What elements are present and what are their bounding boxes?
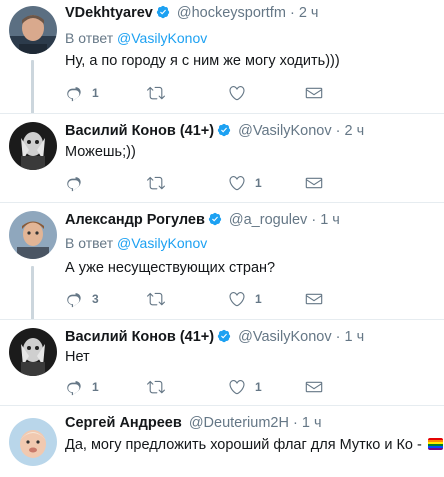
- tweet-text-line: Да, могу предложить хороший флаг для Мут…: [65, 436, 443, 455]
- like-count: 1: [255, 292, 262, 306]
- like-button[interactable]: 1: [228, 377, 262, 397]
- reply-count: 3: [92, 292, 99, 306]
- heart-icon: [228, 84, 246, 102]
- reply-prefix: В ответ: [65, 30, 114, 46]
- reply-icon: [65, 290, 83, 308]
- avatar[interactable]: [9, 6, 57, 54]
- tweet-text: А уже несуществующих стран?: [65, 260, 276, 276]
- heart-icon: [228, 378, 246, 396]
- tweet-header: Василий Конов (41+) @VasilyKonov · 1 ч: [65, 328, 364, 346]
- timestamp[interactable]: 2 ч: [344, 123, 364, 139]
- reply-button[interactable]: [65, 173, 92, 193]
- tweet[interactable]: Сергей Андреев @Deuterium2H · 1 ч Да, мо…: [0, 406, 444, 477]
- author-handle[interactable]: @Deuterium2H: [189, 415, 289, 431]
- like-count: 1: [255, 176, 262, 190]
- direct-message-button[interactable]: [305, 173, 323, 193]
- retweet-button[interactable]: [147, 83, 174, 103]
- author-name[interactable]: Александр Рогулев: [65, 212, 205, 228]
- tweet-text: Да, могу предложить хороший флаг для Мут…: [65, 437, 422, 453]
- reply-button[interactable]: 3: [65, 289, 99, 309]
- retweet-icon: [147, 84, 165, 102]
- tweet-header: Сергей Андреев @Deuterium2H · 1 ч: [65, 414, 322, 432]
- heart-icon: [228, 174, 246, 192]
- retweet-button[interactable]: [147, 289, 174, 309]
- timestamp[interactable]: 1 ч: [344, 329, 364, 345]
- tweet-text: Можешь;)): [65, 144, 136, 160]
- author-handle[interactable]: @VasilyKonov: [238, 329, 331, 345]
- retweet-icon: [147, 174, 165, 192]
- avatar[interactable]: [9, 122, 57, 170]
- tweet[interactable]: Василий Конов (41+) @VasilyKonov · 1 ч Н…: [0, 320, 444, 406]
- tweet-text: Нет: [65, 349, 90, 365]
- like-count: 1: [255, 380, 262, 394]
- retweet-icon: [147, 378, 165, 396]
- rainbow-flag-icon: [427, 438, 443, 450]
- author-handle[interactable]: @a_rogulev: [229, 212, 307, 228]
- envelope-icon: [305, 174, 323, 192]
- author-name[interactable]: VDekhtyarev: [65, 5, 153, 21]
- author-name[interactable]: Василий Конов (41+): [65, 123, 214, 139]
- timestamp[interactable]: 2 ч: [299, 5, 319, 21]
- direct-message-button[interactable]: [305, 83, 323, 103]
- author-name[interactable]: Сергей Андреев: [65, 415, 182, 431]
- reply-to-link[interactable]: @VasilyKonov: [117, 235, 207, 251]
- separator-dot: ·: [335, 123, 341, 139]
- retweet-button[interactable]: [147, 173, 174, 193]
- retweet-icon: [147, 290, 165, 308]
- reply-count: 1: [92, 380, 99, 394]
- reply-prefix: В ответ: [65, 235, 114, 251]
- verified-badge-icon: [217, 123, 231, 137]
- reply-context: В ответ @VasilyKonov: [65, 234, 207, 252]
- like-button[interactable]: 1: [228, 289, 262, 309]
- tweet-text: Ну, а по городу я с ним же могу ходить))…: [65, 53, 340, 69]
- verified-badge-icon: [217, 329, 231, 343]
- timestamp[interactable]: 1 ч: [320, 212, 340, 228]
- reply-context: В ответ @VasilyKonov: [65, 29, 207, 47]
- envelope-icon: [305, 84, 323, 102]
- reply-icon: [65, 84, 83, 102]
- direct-message-button[interactable]: [305, 289, 323, 309]
- avatar[interactable]: [9, 211, 57, 259]
- tweet-header: Александр Рогулев @a_rogulev · 1 ч: [65, 211, 340, 229]
- timestamp[interactable]: 1 ч: [302, 415, 322, 431]
- reply-button[interactable]: 1: [65, 377, 99, 397]
- envelope-icon: [305, 290, 323, 308]
- reply-icon: [65, 174, 83, 192]
- avatar[interactable]: [9, 328, 57, 376]
- reply-icon: [65, 378, 83, 396]
- like-button[interactable]: 1: [228, 173, 262, 193]
- author-name[interactable]: Василий Конов (41+): [65, 329, 214, 345]
- author-handle[interactable]: @hockeysportfm: [177, 5, 286, 21]
- separator-dot: ·: [311, 212, 317, 228]
- tweet-actions: 1 1: [65, 377, 444, 397]
- reply-count: 1: [92, 86, 99, 100]
- tweet[interactable]: Александр Рогулев @a_rogulev · 1 ч В отв…: [0, 203, 444, 320]
- author-handle[interactable]: @VasilyKonov: [238, 123, 331, 139]
- tweet-header: VDekhtyarev @hockeysportfm · 2 ч: [65, 4, 318, 22]
- heart-icon: [228, 290, 246, 308]
- tweet-header: Василий Конов (41+) @VasilyKonov · 2 ч: [65, 122, 364, 140]
- reply-to-link[interactable]: @VasilyKonov: [117, 30, 207, 46]
- tweet[interactable]: Василий Конов (41+) @VasilyKonov · 2 ч М…: [0, 114, 444, 203]
- avatar[interactable]: [9, 418, 57, 466]
- reply-button[interactable]: 1: [65, 83, 99, 103]
- separator-dot: ·: [289, 5, 295, 21]
- separator-dot: ·: [335, 329, 341, 345]
- direct-message-button[interactable]: [305, 377, 323, 397]
- tweet-actions: 1: [65, 173, 444, 193]
- like-button[interactable]: [228, 83, 255, 103]
- tweet-actions: 3 1: [65, 289, 444, 309]
- envelope-icon: [305, 378, 323, 396]
- tweet-actions: 1: [65, 83, 444, 103]
- tweet[interactable]: VDekhtyarev @hockeysportfm · 2 ч В ответ…: [0, 0, 444, 114]
- verified-badge-icon: [208, 212, 222, 226]
- separator-dot: ·: [292, 415, 298, 431]
- verified-badge-icon: [156, 5, 170, 19]
- retweet-button[interactable]: [147, 377, 174, 397]
